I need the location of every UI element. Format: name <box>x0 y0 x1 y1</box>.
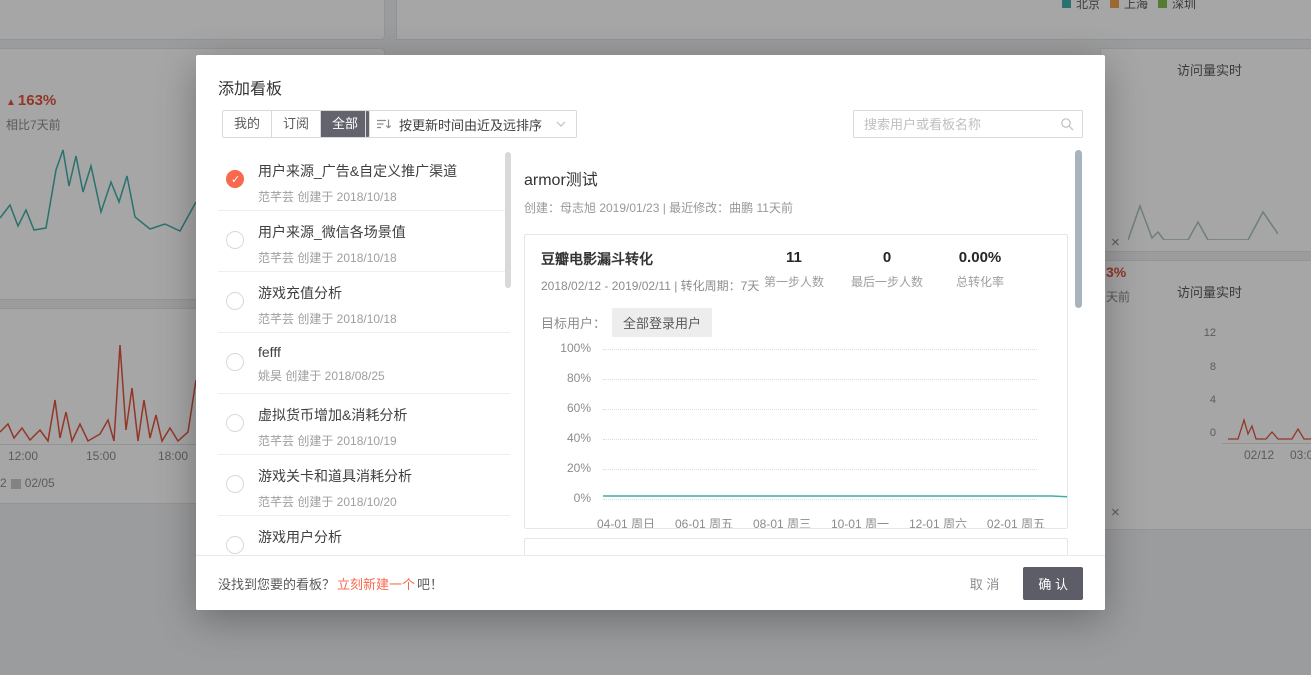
preview-meta: 创建：母志旭 2019/01/23 | 最近修改：曲鹏 11天前 <box>524 199 1068 216</box>
target-user-row: 目标用户： 全部登录用户 <box>541 308 1051 337</box>
search-box <box>853 110 1083 138</box>
stat-block: 0.00% 总转化率 <box>949 249 1011 290</box>
search-input[interactable] <box>854 111 1082 137</box>
confirm-button[interactable]: 确 认 <box>1023 567 1083 600</box>
funnel-card-header: 豆瓣电影漏斗转化 2018/02/12 - 2019/02/11 | 转化周期：… <box>541 249 1051 294</box>
modal-body: 用户来源_广告&自定义推广渠道 范芊芸 创建于 2018/10/18 用户来源_… <box>196 150 1105 555</box>
x-tick: 08-01 周三 <box>753 515 811 529</box>
screen: 北京 上海 深圳 ▲163% 相比7天前 12:00 15:00 18:00 2… <box>0 0 1311 675</box>
create-dashboard-link[interactable]: 立刻新建一个 <box>337 577 415 592</box>
stat-block: 0 最后一步人数 <box>851 249 923 290</box>
x-tick: 10-01 周一 <box>831 515 889 529</box>
footer-actions: 取 消 确 认 <box>960 567 1083 600</box>
x-axis: 04-01 周日 06-01 周五 08-01 周三 10-01 周一 12-0… <box>597 515 1045 529</box>
radio-button[interactable] <box>226 536 244 554</box>
sort-icon <box>376 118 391 130</box>
radio-button[interactable] <box>226 414 244 432</box>
tab-all[interactable]: 全部 <box>321 111 369 137</box>
modal-controls: 我的 订阅 全部 按更新时间由近及远排序 <box>218 110 1083 138</box>
list-item[interactable]: 游戏用户分析 <box>218 516 510 555</box>
x-tick: 04-01 周日 <box>597 515 655 529</box>
stat-block: 11 第一步人数 <box>763 249 825 290</box>
radio-button[interactable] <box>226 292 244 310</box>
radio-button[interactable] <box>226 231 244 249</box>
funnel-subtitle: 2018/02/12 - 2019/02/11 | 转化周期：7天 <box>541 277 759 294</box>
sort-dropdown[interactable]: 按更新时间由近及远排序 <box>365 110 577 138</box>
radio-button[interactable] <box>226 475 244 493</box>
sort-label: 按更新时间由近及远排序 <box>399 115 542 134</box>
funnel-stats: 11 第一步人数 0 最后一步人数 0.00% 总转化率 <box>763 249 1011 290</box>
tab-subscribed[interactable]: 订阅 <box>272 111 321 137</box>
funnel-card: 豆瓣电影漏斗转化 2018/02/12 - 2019/02/11 | 转化周期：… <box>524 234 1068 529</box>
tab-group: 我的 订阅 全部 <box>222 110 370 138</box>
preview-scrollbar[interactable] <box>1075 150 1082 308</box>
list-item[interactable]: 虚拟货币增加&消耗分析 范芊芸 创建于 2018/10/19 <box>218 394 510 455</box>
chevron-down-icon <box>556 121 566 127</box>
modal-title: 添加看板 <box>218 75 282 99</box>
funnel-title: 豆瓣电影漏斗转化 <box>541 249 759 269</box>
create-hint: 没找到您要的看板？立刻新建一个吧！ <box>218 574 443 593</box>
list-item[interactable]: fefff 姚昊 创建于 2018/08/25 <box>218 333 510 394</box>
y-tick: 0% <box>541 491 591 505</box>
trend-line <box>603 349 1068 501</box>
radio-button-checked[interactable] <box>226 170 244 188</box>
list-scrollbar[interactable] <box>505 152 511 288</box>
target-user-label: 目标用户： <box>541 313 606 332</box>
x-tick: 06-01 周五 <box>675 515 733 529</box>
search-icon <box>1060 117 1075 132</box>
preview-panel: armor测试 创建：母志旭 2019/01/23 | 最近修改：曲鹏 11天前… <box>524 150 1068 529</box>
funnel-trend-chart: 100% 80% 60% 40% 20% 0% <box>541 339 1051 524</box>
x-tick: 02-01 周五 <box>987 515 1045 529</box>
x-tick: 12-01 周六 <box>909 515 967 529</box>
next-card-preview <box>524 538 1068 555</box>
cancel-button[interactable]: 取 消 <box>960 568 1010 599</box>
y-tick: 80% <box>541 371 591 385</box>
modal-footer: 没找到您要的看板？立刻新建一个吧！ 取 消 确 认 <box>196 555 1105 610</box>
tab-mine[interactable]: 我的 <box>223 111 272 137</box>
y-tick: 40% <box>541 431 591 445</box>
add-dashboard-modal: 添加看板 我的 订阅 全部 按更新时间由近及远排序 <box>196 55 1105 610</box>
funnel-titles: 豆瓣电影漏斗转化 2018/02/12 - 2019/02/11 | 转化周期：… <box>541 249 759 294</box>
list-item[interactable]: 游戏关卡和道具消耗分析 范芊芸 创建于 2018/10/20 <box>218 455 510 516</box>
list-item[interactable]: 游戏充值分析 范芊芸 创建于 2018/10/18 <box>218 272 510 333</box>
y-tick: 100% <box>541 341 591 355</box>
radio-button[interactable] <box>226 353 244 371</box>
dashboard-list: 用户来源_广告&自定义推广渠道 范芊芸 创建于 2018/10/18 用户来源_… <box>218 150 510 555</box>
y-tick: 60% <box>541 401 591 415</box>
preview-title: armor测试 <box>524 166 1068 190</box>
y-tick: 20% <box>541 461 591 475</box>
target-user-tag: 全部登录用户 <box>612 308 712 337</box>
list-item[interactable]: 用户来源_微信各场景值 范芊芸 创建于 2018/10/18 <box>218 211 510 272</box>
list-item[interactable]: 用户来源_广告&自定义推广渠道 范芊芸 创建于 2018/10/18 <box>218 150 510 211</box>
